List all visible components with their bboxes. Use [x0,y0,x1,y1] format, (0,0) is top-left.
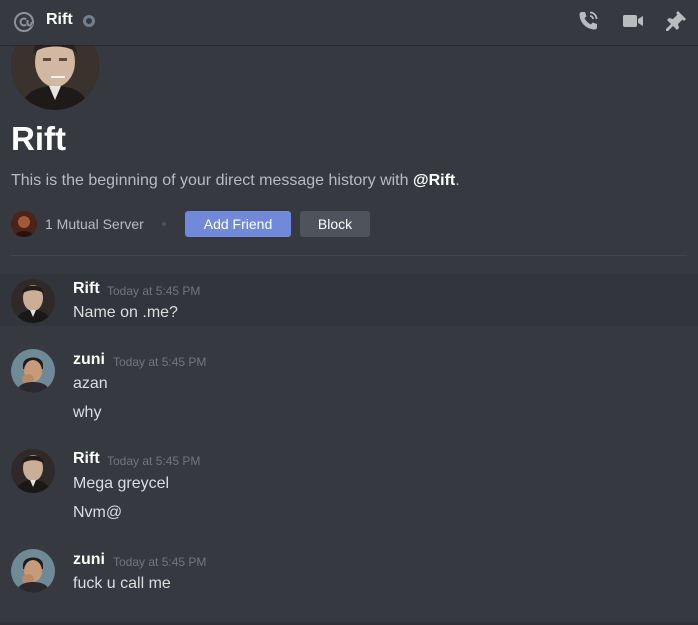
dm-intro-text: This is the beginning of your direct mes… [11,172,460,189]
channel-title: Rift [46,11,73,28]
message-author[interactable]: Rift [73,280,100,298]
message-author[interactable]: Rift [73,450,100,468]
user-mention[interactable]: @Rift [413,172,455,189]
message-text: why [73,404,102,421]
message-timestamp: Today at 5:45 PM [113,355,207,369]
avatar[interactable] [11,349,55,393]
profile-name: Rift [11,120,66,157]
separator-dot [162,222,166,226]
status-idle-icon [83,15,95,27]
message-text: Name on .me? [73,304,178,321]
message-text: Nvm@ [73,504,123,521]
message-text: azan [73,375,108,392]
channel-header: Rift [0,0,698,45]
add-friend-button[interactable]: Add Friend [185,211,291,237]
phone-call-icon[interactable] [576,9,600,33]
mutual-servers-link[interactable]: 1 Mutual Server [45,216,144,232]
pin-icon[interactable] [664,9,688,33]
block-button[interactable]: Block [300,211,370,237]
message-group[interactable]: Rift Today at 5:45 PM Mega greycel Nvm@ [0,444,698,530]
at-icon [12,10,36,34]
mutual-server-icon[interactable] [11,211,37,237]
message-timestamp: Today at 5:45 PM [107,454,201,468]
avatar[interactable] [11,279,55,323]
message-text: Mega greycel [73,475,170,492]
message-text: fuck u call me [73,575,171,592]
avatar[interactable] [11,549,55,593]
video-call-icon[interactable] [621,9,645,33]
message-timestamp: Today at 5:45 PM [107,284,201,298]
message-group[interactable]: zuni Today at 5:45 PM fuck u call me [0,544,698,604]
divider [11,255,687,256]
message-group[interactable]: Rift Today at 5:45 PM Name on .me? [0,274,698,326]
message-timestamp: Today at 5:45 PM [113,555,207,569]
message-author[interactable]: zuni [73,351,105,369]
avatar[interactable] [11,449,55,493]
message-group[interactable]: zuni Today at 5:45 PM azan why [0,344,698,428]
message-author[interactable]: zuni [73,551,105,569]
